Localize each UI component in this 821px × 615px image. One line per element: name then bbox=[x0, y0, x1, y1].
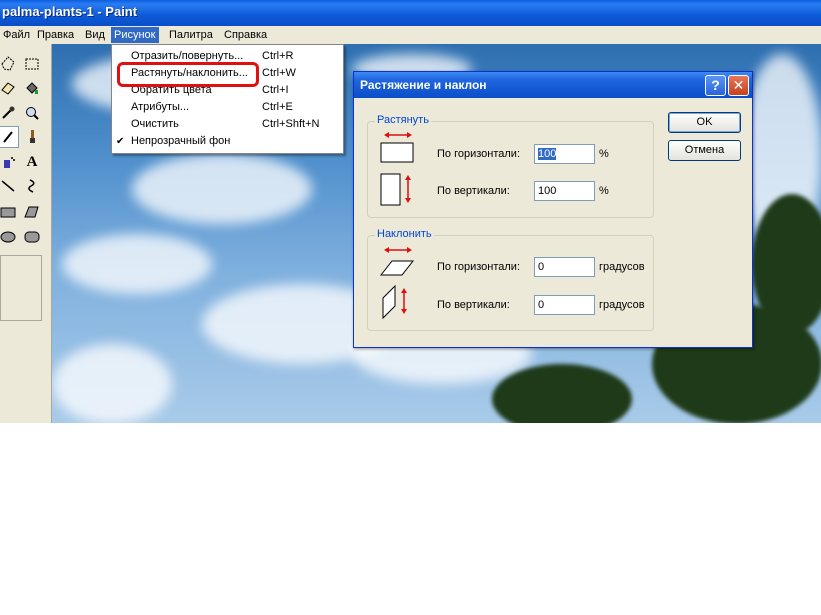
stretch-vertical-label: По вертикали: bbox=[437, 185, 510, 197]
airbrush-icon[interactable] bbox=[0, 151, 19, 173]
curve-icon[interactable] bbox=[21, 175, 43, 197]
menu-view[interactable]: Вид bbox=[82, 27, 108, 43]
skew-horizontal-icon bbox=[380, 247, 415, 276]
text-icon[interactable]: A bbox=[21, 151, 43, 173]
menu-item-clear[interactable]: Очистить Ctrl+Shft+N bbox=[113, 116, 342, 133]
skew-horizontal-label: По горизонтали: bbox=[437, 261, 520, 273]
stretch-horizontal-icon bbox=[380, 132, 414, 163]
stretch-vertical-input[interactable]: 100 bbox=[534, 181, 595, 201]
skew-vertical-input[interactable]: 0 bbox=[534, 295, 595, 315]
stretch-horizontal-input[interactable]: 100 bbox=[534, 144, 595, 164]
toolbox: A bbox=[0, 44, 52, 423]
menu-image[interactable]: Рисунок bbox=[111, 27, 159, 43]
stretch-group-label: Растянуть bbox=[375, 114, 431, 126]
skew-group: Наклонить По горизонтали: 0 градусов По … bbox=[367, 228, 654, 331]
annotation-highlight bbox=[117, 62, 259, 87]
menu-item-opaque-background[interactable]: ✔ Непрозрачный фон bbox=[113, 133, 342, 150]
rounded-rect-icon[interactable] bbox=[21, 226, 43, 248]
menu-palette[interactable]: Палитра bbox=[166, 27, 216, 43]
menu-edit[interactable]: Правка bbox=[34, 27, 77, 43]
line-icon[interactable] bbox=[0, 175, 19, 197]
stretch-vertical-icon bbox=[380, 173, 411, 206]
stretch-group: Растянуть По горизонтали: 100 % По верти… bbox=[367, 114, 654, 218]
eraser-icon[interactable] bbox=[0, 77, 19, 99]
stretch-skew-dialog: Растяжение и наклон ? ✕ Растянуть По гор… bbox=[353, 71, 753, 348]
skew-vertical-icon bbox=[382, 284, 407, 320]
magnifier-icon[interactable] bbox=[21, 102, 43, 124]
stretch-vertical-unit: % bbox=[599, 185, 609, 197]
help-button[interactable]: ? bbox=[705, 75, 726, 96]
menu-help[interactable]: Справка bbox=[221, 27, 270, 43]
rect-select-icon[interactable] bbox=[21, 53, 43, 75]
polygon-icon[interactable] bbox=[21, 201, 43, 223]
skew-horizontal-unit: градусов bbox=[599, 261, 645, 273]
ok-button[interactable]: OK bbox=[668, 112, 741, 133]
skew-vertical-label: По вертикали: bbox=[437, 299, 510, 311]
skew-horizontal-input[interactable]: 0 bbox=[534, 257, 595, 277]
ellipse-icon[interactable] bbox=[0, 226, 19, 248]
window-title: palma-plants-1 - Paint bbox=[2, 4, 138, 19]
skew-vertical-unit: градусов bbox=[599, 299, 645, 311]
image-menu-dropdown: Отразить/повернуть... Ctrl+R Растянуть/н… bbox=[111, 44, 344, 154]
dialog-title-bar: Растяжение и наклон ? ✕ bbox=[354, 72, 752, 98]
menu-item-attributes[interactable]: Атрибуты... Ctrl+E bbox=[113, 99, 342, 116]
close-button[interactable]: ✕ bbox=[728, 75, 749, 96]
check-icon: ✔ bbox=[116, 136, 125, 147]
color-picker-icon[interactable] bbox=[0, 102, 19, 124]
title-bar: palma-plants-1 - Paint bbox=[0, 0, 821, 26]
stretch-horizontal-label: По горизонтали: bbox=[437, 148, 520, 160]
tool-options-box[interactable] bbox=[0, 255, 42, 321]
brush-icon[interactable] bbox=[21, 126, 43, 148]
menu-file[interactable]: Файл bbox=[0, 27, 33, 43]
pencil-icon[interactable] bbox=[0, 126, 19, 148]
stretch-horizontal-unit: % bbox=[599, 148, 609, 160]
free-select-icon[interactable] bbox=[0, 53, 19, 75]
rectangle-icon[interactable] bbox=[0, 201, 19, 223]
skew-group-label: Наклонить bbox=[375, 228, 434, 240]
dialog-title: Растяжение и наклон bbox=[360, 78, 487, 92]
menu-bar: Файл Правка Вид Рисунок Палитра Справка bbox=[0, 26, 821, 44]
cancel-button[interactable]: Отмена bbox=[668, 140, 741, 161]
fill-icon[interactable] bbox=[21, 77, 43, 99]
